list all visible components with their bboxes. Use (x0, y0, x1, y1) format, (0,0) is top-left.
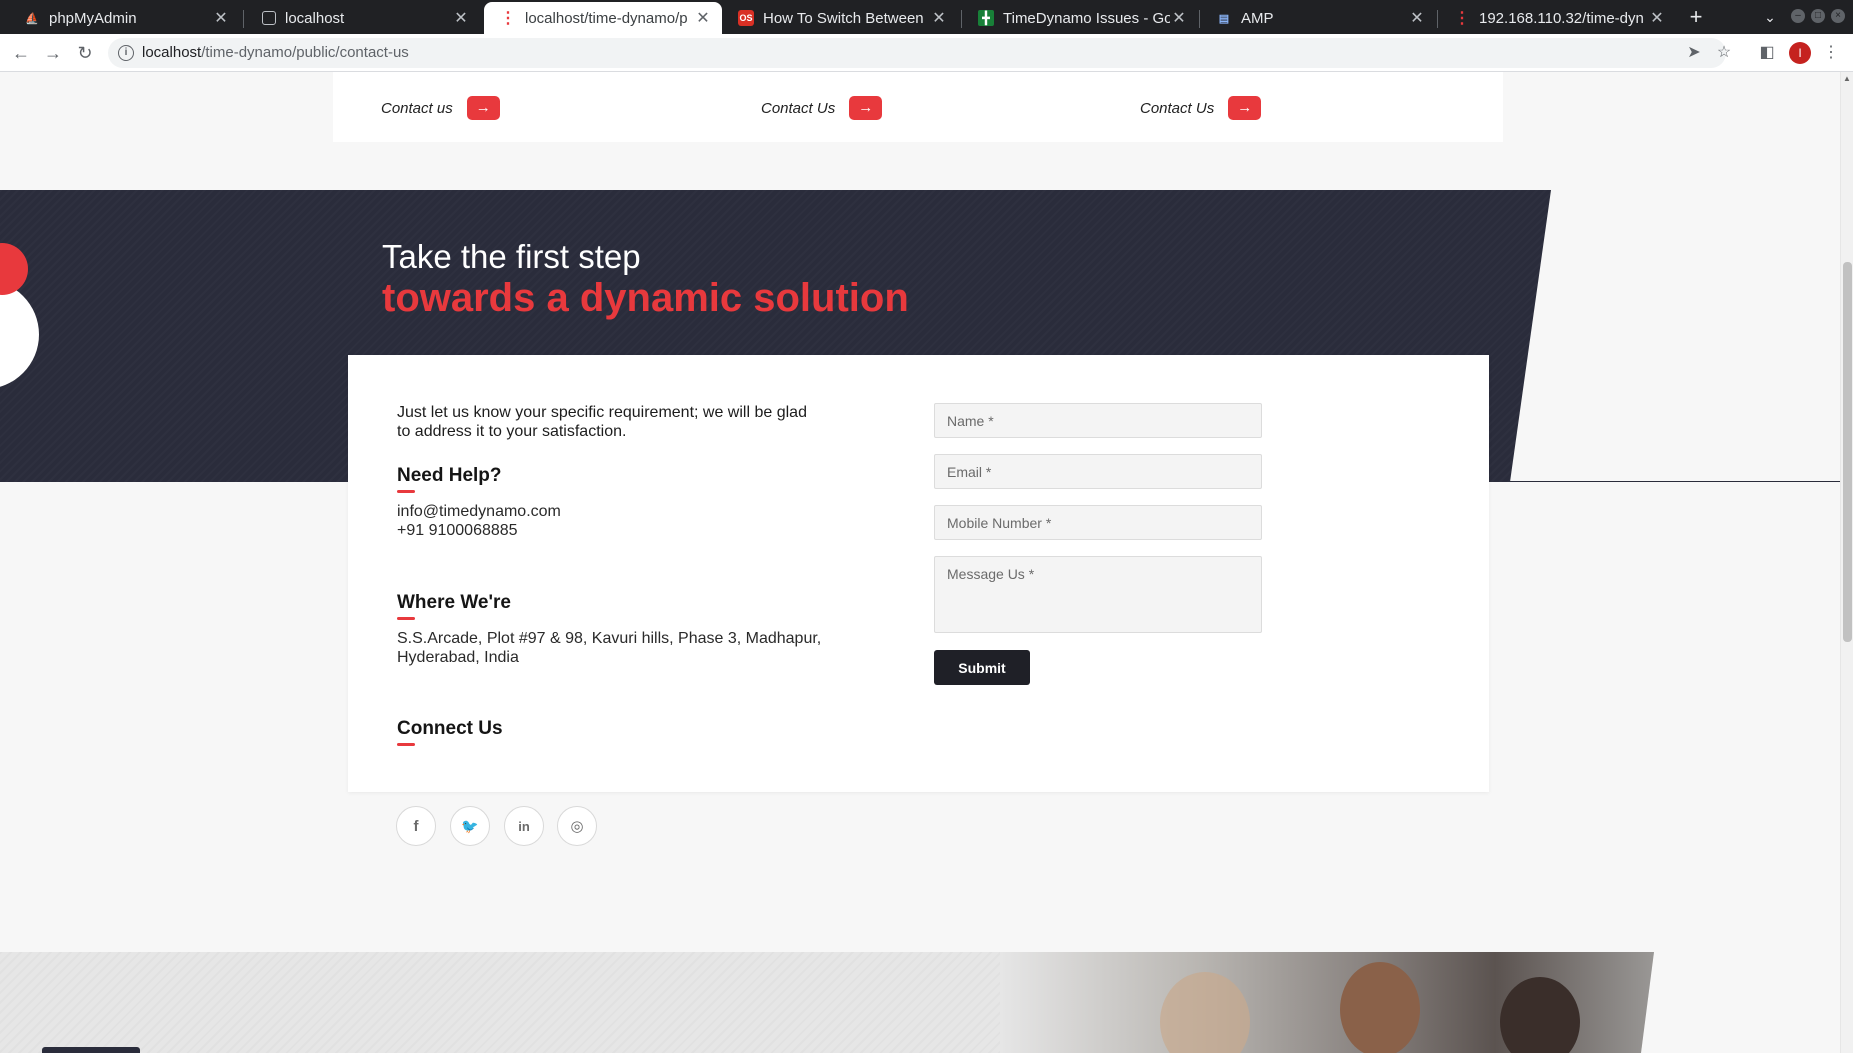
office-address: S.S.Arcade, Plot #97 & 98, Kavuri hills,… (397, 630, 822, 666)
connect-us-heading: Connect Us (397, 718, 503, 739)
hero-heading-line-1: Take the first step (382, 238, 641, 275)
timedynamo-favicon-icon: ⋮ (1454, 10, 1470, 27)
timedynamo-favicon-icon: ⋮ (500, 10, 516, 27)
message-textarea[interactable] (934, 556, 1262, 633)
os-favicon-icon: OS (738, 10, 754, 26)
linkedin-icon[interactable]: in (504, 806, 544, 846)
scroll-up-icon[interactable]: ▲ (1843, 74, 1851, 83)
page-favicon-icon (262, 11, 276, 25)
close-tab-icon[interactable]: ✕ (452, 8, 470, 28)
close-tab-icon[interactable]: ✕ (1170, 8, 1188, 28)
bottom-decorative-tab (42, 1047, 140, 1053)
scrollbar-thumb[interactable] (1843, 262, 1852, 642)
site-info-icon[interactable]: i (118, 45, 134, 61)
close-tab-icon[interactable]: ✕ (1648, 8, 1666, 28)
close-tab-icon[interactable]: ✕ (694, 8, 712, 28)
tab-localhost[interactable]: localhost ✕ (246, 2, 480, 34)
phpmyadmin-favicon-icon: ⛵ (25, 12, 39, 25)
service-cards-strip: Contact us → Contact Us → Contact Us → (333, 72, 1503, 142)
need-help-heading: Need Help? (397, 465, 502, 486)
heading-underline (397, 743, 415, 746)
contact-card: Just let us know your specific requireme… (348, 355, 1489, 846)
tab-timedynamo-issues[interactable]: ╋ TimeDynamo Issues - Goo ✕ (962, 2, 1198, 34)
browser-toolbar: ← → ↻ i localhost/time-dynamo/public/con… (0, 34, 1853, 72)
close-window-icon[interactable]: × (1831, 9, 1845, 23)
back-arrow-icon[interactable]: ← (9, 41, 33, 65)
where-we-are-heading: Where We're (397, 592, 511, 613)
page-scrollbar[interactable]: ▲ (1840, 72, 1853, 1053)
arrow-right-icon[interactable]: → (466, 96, 500, 120)
google-sheets-favicon-icon: ╋ (978, 10, 994, 26)
heading-underline (397, 617, 415, 620)
url-text[interactable]: localhost/time-dynamo/public/contact-us (142, 44, 409, 61)
bottom-team-section (0, 952, 1654, 1053)
reload-icon[interactable]: ↻ (73, 41, 97, 65)
contact-phone[interactable]: +91 9100068885 (397, 521, 518, 540)
submit-button[interactable]: Submit (934, 650, 1030, 685)
browser-menu-icon[interactable]: ⋮ (1821, 43, 1841, 63)
profile-avatar[interactable]: I (1789, 42, 1811, 64)
send-to-device-icon[interactable]: ➤ (1684, 43, 1704, 63)
contact-us-link-3[interactable]: Contact Us → (1140, 96, 1262, 120)
new-tab-button[interactable]: + (1683, 4, 1709, 30)
band-divider-line (1510, 481, 1840, 482)
facebook-icon[interactable]: f (396, 806, 436, 846)
contact-email[interactable]: info@timedynamo.com (397, 502, 561, 521)
close-tab-icon[interactable]: ✕ (1408, 8, 1426, 28)
intro-text: Just let us know your specific requireme… (397, 404, 807, 440)
minimize-window-icon[interactable]: – (1791, 9, 1805, 23)
team-photo (1000, 952, 1654, 1053)
heading-underline (397, 490, 415, 493)
amp-favicon-icon: ▤ (1218, 12, 1230, 25)
tab-phpmyadmin[interactable]: ⛵ phpMyAdmin ✕ (8, 2, 240, 34)
instagram-icon[interactable]: ◎ (557, 806, 597, 846)
address-bar[interactable]: i localhost/time-dynamo/public/contact-u… (108, 38, 1731, 68)
tab-search-chevron-icon[interactable]: ⌄ (1760, 4, 1780, 30)
tab-contact-us[interactable]: ⋮ localhost/time-dynamo/p ✕ (484, 2, 722, 34)
email-input[interactable] (934, 454, 1262, 489)
name-input[interactable] (934, 403, 1262, 438)
maximize-window-icon[interactable]: □ (1811, 9, 1825, 23)
bookmark-star-icon[interactable]: ☆ (1714, 43, 1734, 63)
contact-us-link-1[interactable]: Contact us → (381, 96, 500, 120)
side-panel-icon[interactable]: ◧ (1757, 43, 1777, 63)
forward-arrow-icon[interactable]: → (41, 41, 65, 65)
twitter-icon[interactable]: 🐦 (450, 806, 490, 846)
arrow-right-icon[interactable]: → (849, 96, 883, 120)
browser-tab-bar: ⛵ phpMyAdmin ✕ localhost ✕ ⋮ localhost/t… (0, 0, 1853, 34)
close-tab-icon[interactable]: ✕ (930, 8, 948, 28)
tab-how-to-switch[interactable]: OS How To Switch Between ✕ (722, 2, 958, 34)
tab-remote-time-dynamo[interactable]: ⋮ 192.168.110.32/time-dyn ✕ (1438, 2, 1676, 34)
tab-amp[interactable]: ▤ AMP ✕ (1200, 2, 1436, 34)
close-tab-icon[interactable]: ✕ (212, 8, 230, 28)
contact-us-link-2[interactable]: Contact Us → (761, 96, 883, 120)
arrow-right-icon[interactable]: → (1228, 96, 1262, 120)
hero-heading-line-2: towards a dynamic solution (382, 276, 909, 320)
mobile-number-input[interactable] (934, 505, 1262, 540)
page-viewport: Contact us → Contact Us → Contact Us → T… (0, 72, 1840, 1053)
